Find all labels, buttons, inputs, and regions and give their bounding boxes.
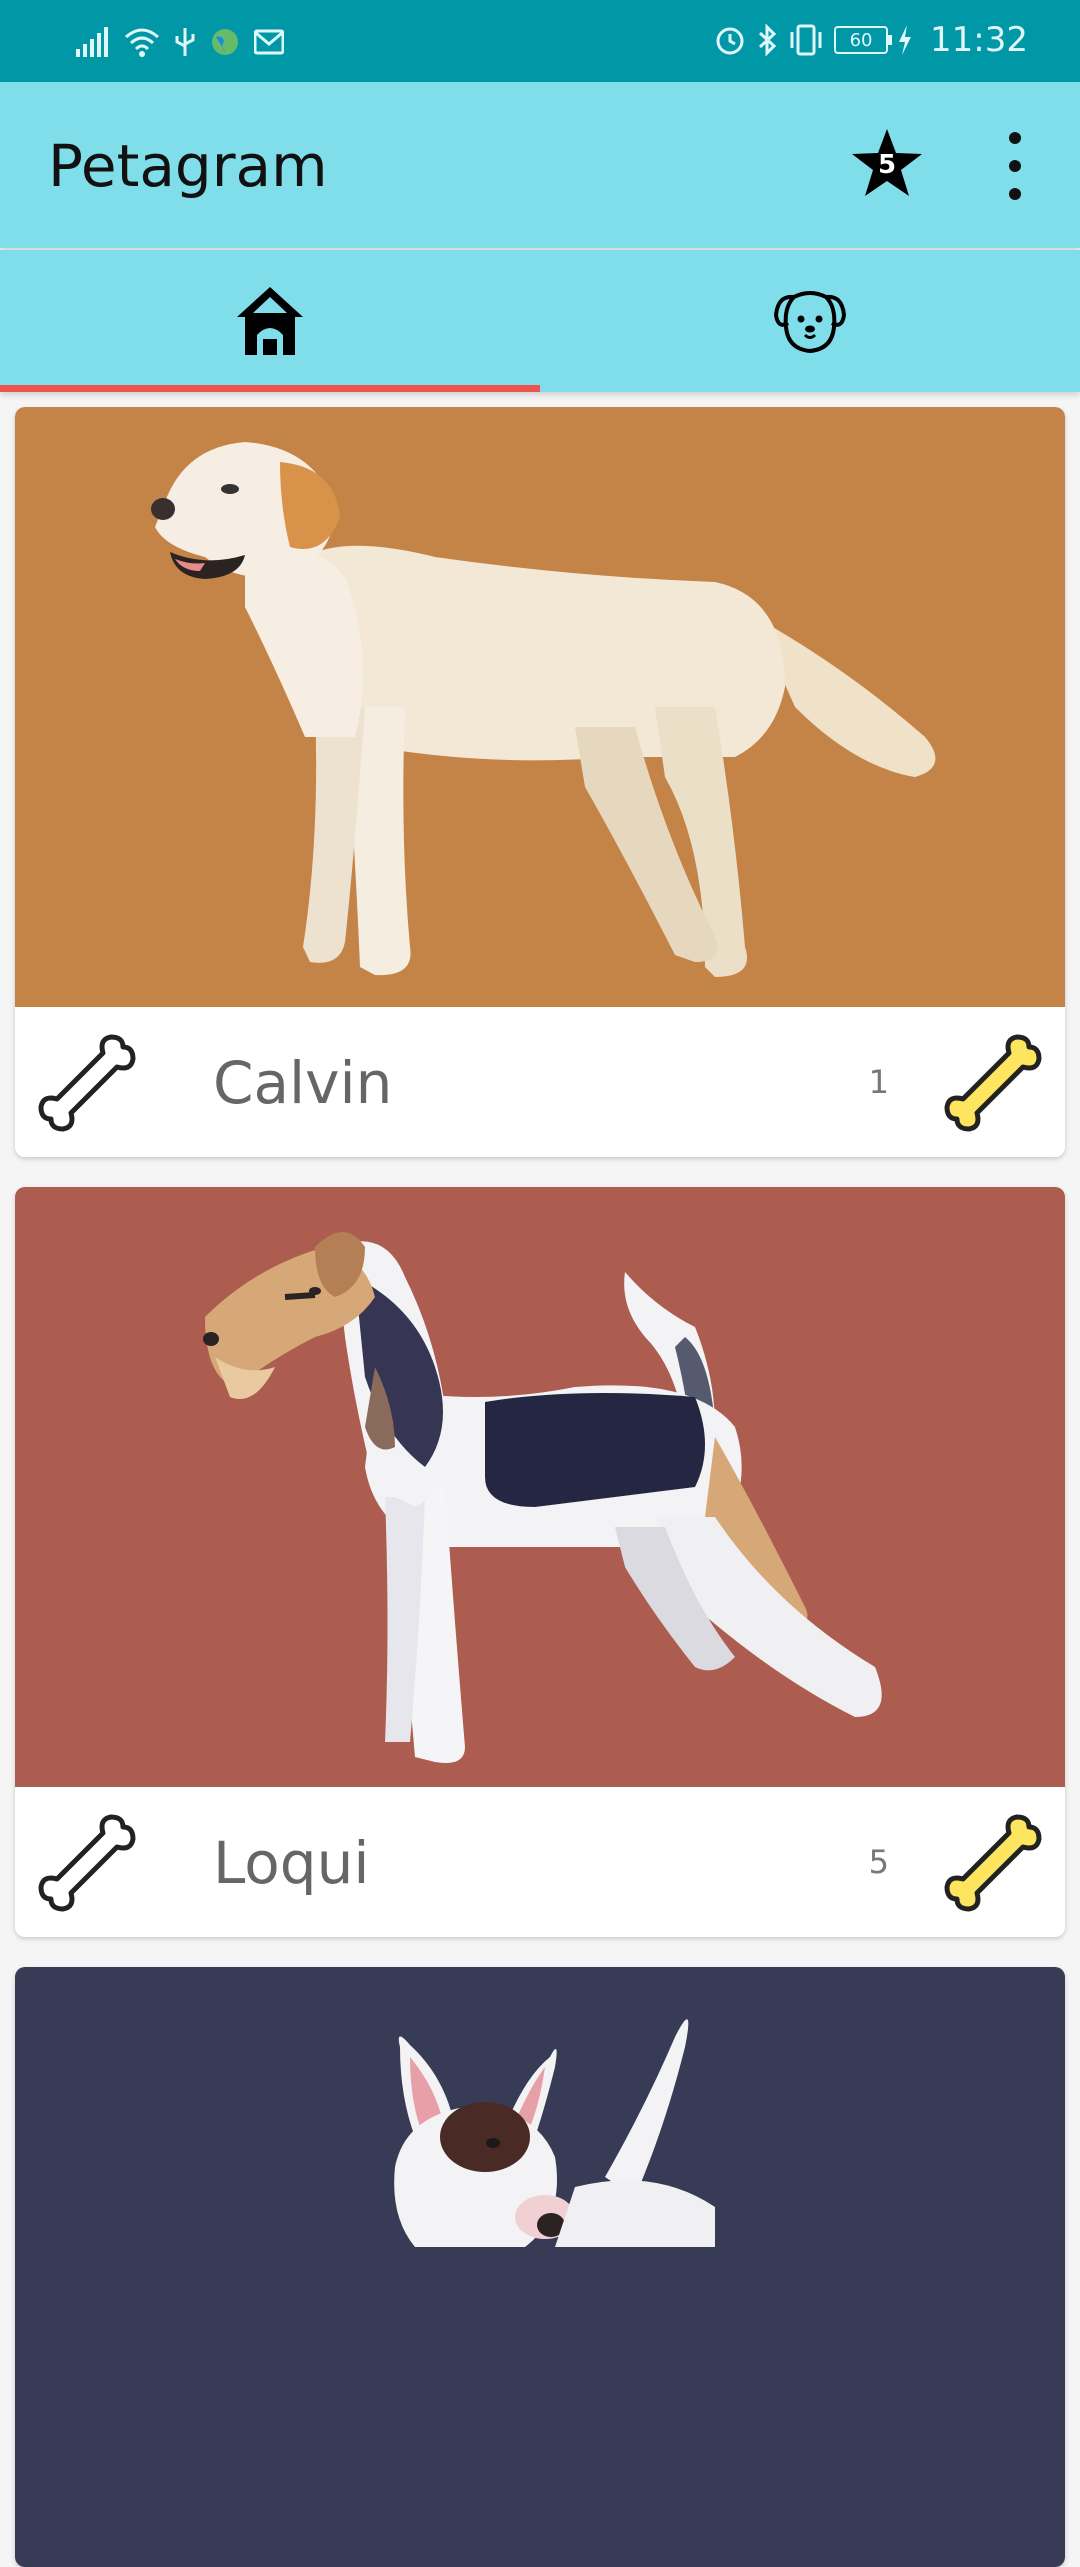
charging-icon [899,25,912,55]
status-time: 11:32 [930,20,1028,60]
home-icon [237,287,303,355]
vibrate-icon [790,24,822,56]
pet-likes-count: 5 [868,1843,889,1881]
yellow-bone-icon [944,1034,1042,1132]
rate-bone-button[interactable] [33,1809,141,1917]
yellow-bone-icon [944,1814,1042,1912]
tab-profile[interactable] [540,250,1080,392]
signal-icon [76,27,108,57]
tab-home[interactable] [0,250,540,392]
pet-likes-count: 1 [868,1063,889,1101]
pet-name: Calvin [213,1049,393,1117]
status-icons-left [76,22,284,62]
pet-photo [15,1187,1065,1787]
more-vert-icon [1009,132,1021,144]
usb-icon [175,28,195,56]
favorites-count: 5 [877,150,897,180]
tab-bar [0,250,1080,392]
dog-face-icon [773,291,847,354]
pet-card-footer: Loqui 5 [15,1787,1065,1937]
wifi-icon [125,28,159,57]
pet-card[interactable]: Calvin 1 [15,407,1065,1157]
favorites-button[interactable]: 5 [850,126,924,200]
pet-card[interactable]: Loqui 5 [15,1187,1065,1937]
fox-terrier-illustration [203,1232,882,1763]
pet-card[interactable] [15,1967,1065,2567]
overflow-menu-button[interactable] [1000,132,1030,200]
mail-icon [254,29,284,55]
app-bar: Petagram 5 [0,82,1080,248]
pet-photo [15,407,1065,1007]
app-title: Petagram [48,132,328,200]
status-bar: 60 11:32 [0,0,1080,82]
bluetooth-icon [758,24,777,56]
pet-card-footer: Calvin 1 [15,1007,1065,1157]
rate-bone-button[interactable] [33,1029,141,1137]
pet-name: Loqui [213,1829,370,1897]
status-icons-right: 60 11:32 [714,18,1028,62]
bull-terrier-illustration [394,2019,715,2247]
labrador-illustration [151,442,936,977]
battery-indicator: 60 [834,26,893,54]
tab-indicator [0,385,540,392]
alarm-icon [716,27,744,55]
globe-icon [212,29,238,55]
pet-photo [15,1967,1065,2567]
